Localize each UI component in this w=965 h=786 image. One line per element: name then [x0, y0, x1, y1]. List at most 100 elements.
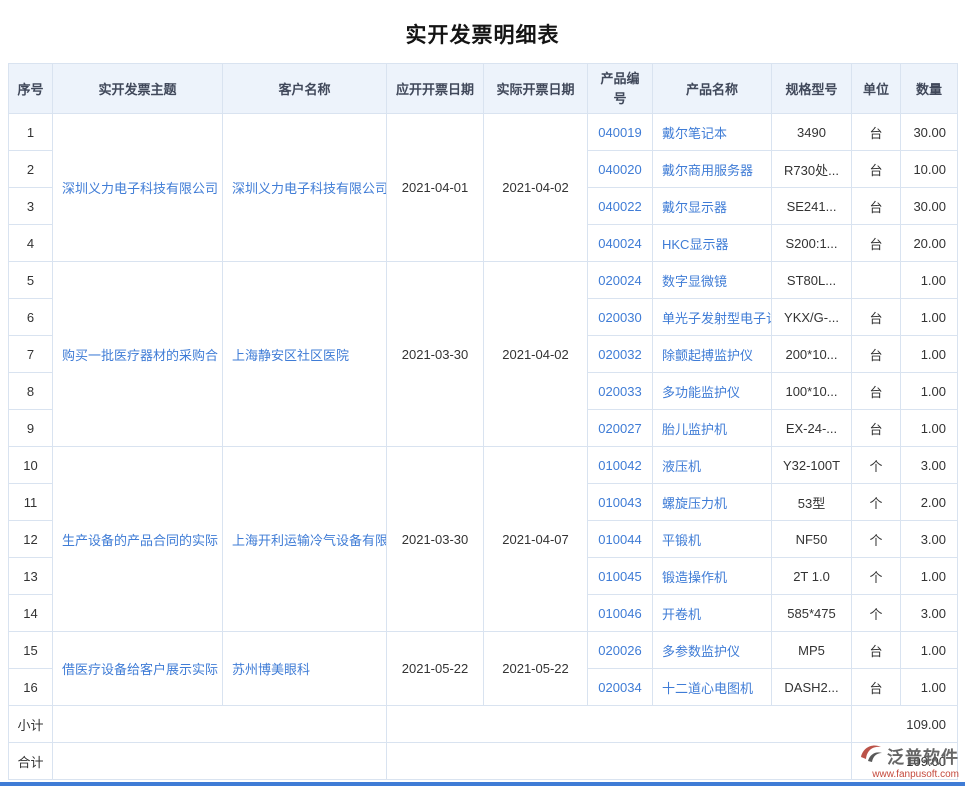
total-spacer-mid — [387, 743, 852, 780]
subject-cell: 借医疗设备给客户展示实际 — [53, 632, 223, 706]
product-code-link[interactable]: 020032 — [598, 347, 641, 362]
product-name-link[interactable]: 多参数监护仪 — [662, 644, 740, 659]
product-code-link[interactable]: 010043 — [598, 495, 641, 510]
serial-cell: 13 — [9, 558, 53, 595]
product-name-link[interactable]: 螺旋压力机 — [662, 496, 727, 511]
serial-cell: 14 — [9, 595, 53, 632]
product-name-cell: 戴尔商用服务器 — [653, 151, 772, 188]
qty-cell: 1.00 — [901, 410, 958, 447]
col-header-due-date: 应开开票日期 — [387, 64, 484, 114]
product-name-link[interactable]: 戴尔笔记本 — [662, 126, 727, 141]
product-name-link[interactable]: 戴尔显示器 — [662, 200, 727, 215]
col-header-actual-date: 实际开票日期 — [484, 64, 588, 114]
subject-cell: 购买一批医疗器材的采购合 — [53, 262, 223, 447]
subject-link[interactable]: 借医疗设备给客户展示实际 — [62, 662, 218, 677]
product-code-cell: 020027 — [588, 410, 653, 447]
spec-cell: NF50 — [772, 521, 852, 558]
product-code-link[interactable]: 040020 — [598, 162, 641, 177]
unit-cell: 台 — [852, 336, 901, 373]
product-name-link[interactable]: 除颤起搏监护仪 — [662, 348, 753, 363]
customer-link[interactable]: 上海开利运输冷气设备有限 — [232, 533, 387, 548]
serial-cell: 6 — [9, 299, 53, 336]
product-code-link[interactable]: 020030 — [598, 310, 641, 325]
product-code-link[interactable]: 010046 — [598, 606, 641, 621]
product-code-link[interactable]: 040024 — [598, 236, 641, 251]
spec-cell: R730处... — [772, 151, 852, 188]
customer-link[interactable]: 深圳义力电子科技有限公司 — [232, 181, 387, 196]
table-row: 1 深圳义力电子科技有限公司 深圳义力电子科技有限公司 2021-04-01 2… — [9, 114, 958, 151]
subject-link[interactable]: 购买一批医疗器材的采购合 — [62, 348, 218, 363]
table-header: 序号 实开发票主题 客户名称 应开开票日期 实际开票日期 产品编号 产品名称 规… — [9, 64, 958, 114]
spec-cell: 585*475 — [772, 595, 852, 632]
unit-cell: 台 — [852, 151, 901, 188]
product-code-link[interactable]: 020026 — [598, 643, 641, 658]
total-value: 109.00 — [852, 743, 958, 780]
spec-cell: ST80L... — [772, 262, 852, 299]
product-name-cell: 戴尔笔记本 — [653, 114, 772, 151]
qty-cell: 20.00 — [901, 225, 958, 262]
product-code-link[interactable]: 020034 — [598, 680, 641, 695]
product-name-link[interactable]: 平锻机 — [662, 533, 701, 548]
product-code-link[interactable]: 020024 — [598, 273, 641, 288]
unit-cell — [852, 262, 901, 299]
product-code-link[interactable]: 010045 — [598, 569, 641, 584]
subject-link[interactable]: 深圳义力电子科技有限公司 — [62, 181, 218, 196]
unit-cell: 台 — [852, 669, 901, 706]
product-code-cell: 010044 — [588, 521, 653, 558]
product-code-cell: 020030 — [588, 299, 653, 336]
product-code-link[interactable]: 010044 — [598, 532, 641, 547]
actual-date-cell: 2021-05-22 — [484, 632, 588, 706]
spec-cell: 53型 — [772, 484, 852, 521]
spec-cell: YKX/G-... — [772, 299, 852, 336]
customer-link[interactable]: 上海静安区社区医院 — [232, 348, 349, 363]
spec-cell: SE241... — [772, 188, 852, 225]
col-header-spec: 规格型号 — [772, 64, 852, 114]
unit-cell: 台 — [852, 299, 901, 336]
customer-link[interactable]: 苏州博美眼科 — [232, 662, 310, 677]
product-name-link[interactable]: 数字显微镜 — [662, 274, 727, 289]
unit-cell: 台 — [852, 632, 901, 669]
product-name-link[interactable]: 戴尔商用服务器 — [662, 163, 753, 178]
qty-cell: 1.00 — [901, 558, 958, 595]
qty-cell: 3.00 — [901, 521, 958, 558]
qty-cell: 1.00 — [901, 262, 958, 299]
product-name-link[interactable]: HKC显示器 — [662, 237, 728, 252]
spec-cell: EX-24-... — [772, 410, 852, 447]
actual-date-cell: 2021-04-02 — [484, 262, 588, 447]
product-name-link[interactable]: 锻造操作机 — [662, 570, 727, 585]
product-code-cell: 020024 — [588, 262, 653, 299]
product-name-link[interactable]: 十二道心电图机 — [662, 681, 753, 696]
product-code-link[interactable]: 040022 — [598, 199, 641, 214]
spec-cell: MP5 — [772, 632, 852, 669]
unit-cell: 个 — [852, 595, 901, 632]
horizontal-scrollbar[interactable] — [0, 782, 965, 786]
product-code-link[interactable]: 020033 — [598, 384, 641, 399]
product-code-cell: 010046 — [588, 595, 653, 632]
customer-cell: 深圳义力电子科技有限公司 — [223, 114, 387, 262]
product-name-cell: 液压机 — [653, 447, 772, 484]
serial-cell: 8 — [9, 373, 53, 410]
qty-cell: 1.00 — [901, 632, 958, 669]
product-name-link[interactable]: 单光子发射型电子计 — [662, 311, 772, 326]
unit-cell: 台 — [852, 225, 901, 262]
unit-cell: 个 — [852, 447, 901, 484]
product-name-link[interactable]: 开卷机 — [662, 607, 701, 622]
product-name-link[interactable]: 多功能监护仪 — [662, 385, 740, 400]
col-header-product-name: 产品名称 — [653, 64, 772, 114]
unit-cell: 个 — [852, 521, 901, 558]
product-code-link[interactable]: 010042 — [598, 458, 641, 473]
product-code-cell: 040022 — [588, 188, 653, 225]
product-name-link[interactable]: 胎儿监护机 — [662, 422, 727, 437]
product-code-link[interactable]: 040019 — [598, 125, 641, 140]
product-name-link[interactable]: 液压机 — [662, 459, 701, 474]
spec-cell: 3490 — [772, 114, 852, 151]
col-header-product-code: 产品编号 — [588, 64, 653, 114]
subject-link[interactable]: 生产设备的产品合同的实际 — [62, 533, 218, 548]
product-name-cell: 除颤起搏监护仪 — [653, 336, 772, 373]
serial-cell: 2 — [9, 151, 53, 188]
serial-cell: 9 — [9, 410, 53, 447]
serial-cell: 12 — [9, 521, 53, 558]
product-name-cell: 胎儿监护机 — [653, 410, 772, 447]
product-code-link[interactable]: 020027 — [598, 421, 641, 436]
serial-cell: 5 — [9, 262, 53, 299]
